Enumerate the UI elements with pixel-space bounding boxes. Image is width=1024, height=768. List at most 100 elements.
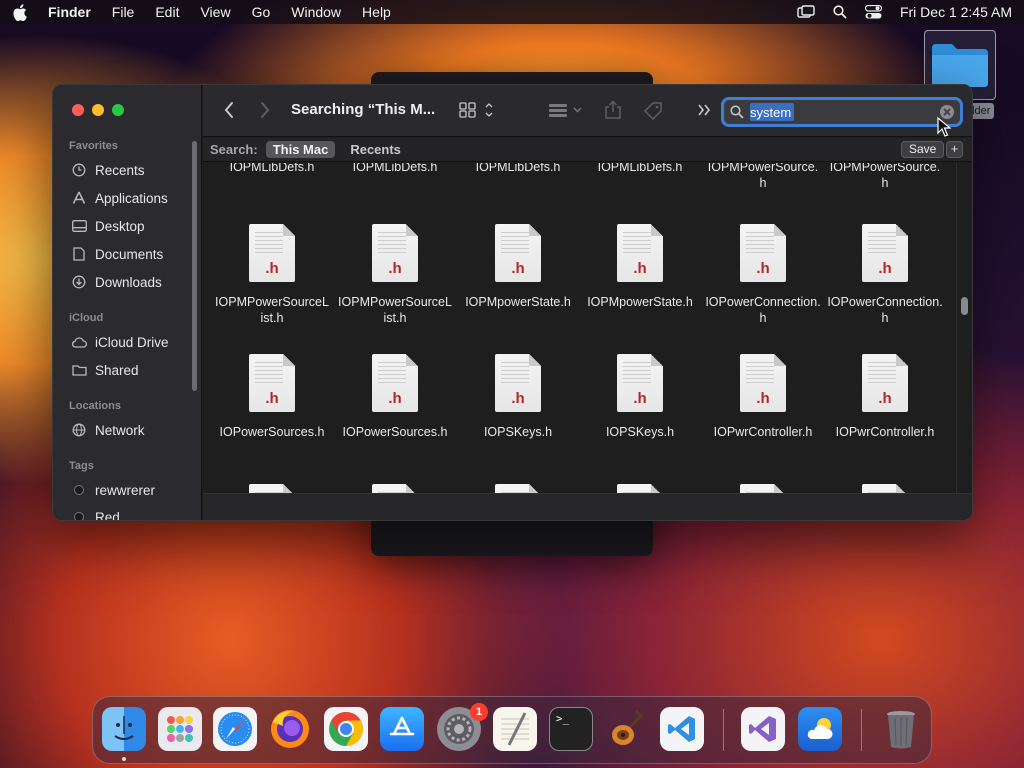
sidebar-section-icloud: iCloud (69, 312, 104, 324)
status-bar (203, 493, 972, 520)
sidebar-item-shared[interactable]: Shared (71, 360, 139, 380)
file-item[interactable]: .h IOPwrController.h (825, 354, 945, 440)
file-item[interactable]: .h IOPMpowerState.h (458, 224, 578, 310)
header-file-icon (862, 484, 908, 493)
menu-file[interactable]: File (112, 4, 135, 20)
forward-button[interactable] (259, 101, 271, 119)
file-item[interactable]: IOPMPowerSource.h (703, 163, 823, 191)
minimize-window-button[interactable] (92, 104, 104, 116)
sidebar-item-network[interactable]: Network (71, 420, 145, 440)
dock-vscode-icon[interactable] (660, 707, 704, 751)
file-name: IOPMPowerSource.h (829, 163, 941, 190)
sidebar-scrollbar[interactable] (192, 141, 197, 391)
file-item[interactable] (703, 484, 823, 493)
folder-icon (932, 44, 988, 87)
file-item[interactable] (458, 484, 578, 493)
file-name: IOPMpowerState.h (465, 295, 571, 309)
sidebar-item-tag-red[interactable]: Red (71, 507, 120, 520)
dock-firefox-icon[interactable] (268, 707, 312, 751)
file-item[interactable]: IOPMPowerSource.h (825, 163, 945, 191)
dock-launchpad-icon[interactable] (158, 707, 202, 751)
file-item[interactable] (335, 484, 455, 493)
group-by-button[interactable] (548, 102, 584, 118)
toolbar-overflow-button[interactable] (697, 102, 711, 118)
dock-visual-studio-icon[interactable] (741, 707, 785, 751)
grid-scrollbar[interactable] (961, 297, 968, 315)
dock-textedit-icon[interactable] (493, 707, 537, 751)
sidebar-item-applications[interactable]: Applications (71, 188, 168, 208)
control-center-icon[interactable] (864, 5, 882, 19)
scope-label: Search: (210, 142, 258, 157)
header-file-icon: .h (249, 224, 295, 282)
file-name: IOPowerSources.h (219, 425, 325, 439)
file-item[interactable]: .h IOPMPowerSourceList.h (335, 224, 455, 326)
clock[interactable]: Fri Dec 1 2:45 AM (900, 4, 1012, 20)
sidebar-item-label: Applications (95, 190, 168, 206)
file-item[interactable]: .h IOPowerConnection.h (825, 224, 945, 326)
spotlight-search-icon[interactable] (833, 5, 847, 19)
sidebar-item-downloads[interactable]: Downloads (71, 272, 162, 292)
dock-terminal-icon[interactable]: >_ (549, 707, 593, 751)
file-item[interactable]: .h IOPwrController.h (703, 354, 823, 440)
menu-edit[interactable]: Edit (155, 4, 179, 20)
file-item[interactable]: IOPMLibDefs.h (335, 163, 455, 175)
icon-view-icon (459, 102, 493, 118)
notification-badge: 1 (470, 703, 488, 721)
applications-icon (71, 190, 87, 206)
file-item[interactable]: IOPMLibDefs.h (458, 163, 578, 175)
save-search-button[interactable]: Save (901, 141, 945, 158)
file-item[interactable]: IOPMLibDefs.h (212, 163, 332, 175)
zoom-window-button[interactable] (112, 104, 124, 116)
close-window-button[interactable] (72, 104, 84, 116)
download-icon (71, 274, 87, 290)
menu-view[interactable]: View (200, 4, 230, 20)
search-field[interactable] (721, 97, 963, 127)
sidebar-item-recents[interactable]: Recents (71, 160, 145, 180)
scope-recents-button[interactable]: Recents (343, 141, 408, 158)
menu-help[interactable]: Help (362, 4, 391, 20)
file-item[interactable]: .h IOPSKeys.h (580, 354, 700, 440)
file-item[interactable]: .h IOPowerConnection.h (703, 224, 823, 326)
tag-button[interactable] (643, 101, 663, 121)
sidebar-item-documents[interactable]: Documents (71, 244, 163, 264)
file-item[interactable] (580, 484, 700, 493)
search-icon (730, 105, 744, 119)
dock-trash-icon[interactable] (879, 707, 923, 751)
apple-menu-icon[interactable] (12, 3, 30, 21)
file-item[interactable] (212, 484, 332, 493)
dock-finder-icon[interactable] (102, 707, 146, 751)
globe-icon (71, 422, 87, 438)
file-item[interactable]: IOPMLibDefs.h (580, 163, 700, 175)
file-item[interactable]: .h IOPowerSources.h (212, 354, 332, 440)
dock-chrome-icon[interactable] (324, 707, 368, 751)
sidebar-item-icloud-drive[interactable]: iCloud Drive (71, 332, 169, 352)
scope-this-mac-button[interactable]: This Mac (265, 141, 336, 158)
file-name: IOPMLibDefs.h (597, 163, 683, 174)
header-file-icon: .h (740, 224, 786, 282)
sidebar-item-label: Recents (95, 162, 145, 178)
menu-finder[interactable]: Finder (48, 4, 91, 20)
view-mode-button[interactable] (459, 102, 495, 118)
share-button[interactable] (604, 100, 622, 120)
sidebar-item-desktop[interactable]: Desktop (71, 216, 145, 236)
sidebar-item-tag-rewwrerer[interactable]: rewwrerer (71, 480, 155, 500)
dock-safari-icon[interactable] (213, 707, 257, 751)
add-criteria-button[interactable]: + (946, 141, 963, 158)
dock-weather-icon[interactable] (798, 707, 842, 751)
file-item[interactable]: .h IOPMpowerState.h (580, 224, 700, 310)
search-input[interactable] (750, 104, 930, 120)
header-file-icon: .h (617, 354, 663, 412)
back-button[interactable] (223, 101, 235, 119)
file-name: IOPwrController.h (713, 425, 813, 439)
dock-garageband-icon[interactable] (605, 707, 649, 751)
file-item[interactable]: .h IOPSKeys.h (458, 354, 578, 440)
screen-mirroring-icon[interactable] (797, 5, 815, 19)
file-item[interactable]: .h IOPowerSources.h (335, 354, 455, 440)
dock-app-store-icon[interactable] (380, 707, 424, 751)
menu-go[interactable]: Go (252, 4, 271, 20)
file-item[interactable]: .h IOPMPowerSourceList.h (212, 224, 332, 326)
share-icon (605, 100, 621, 119)
sidebar-item-label: rewwrerer (95, 482, 156, 498)
file-item[interactable] (825, 484, 945, 493)
menu-window[interactable]: Window (291, 4, 341, 20)
